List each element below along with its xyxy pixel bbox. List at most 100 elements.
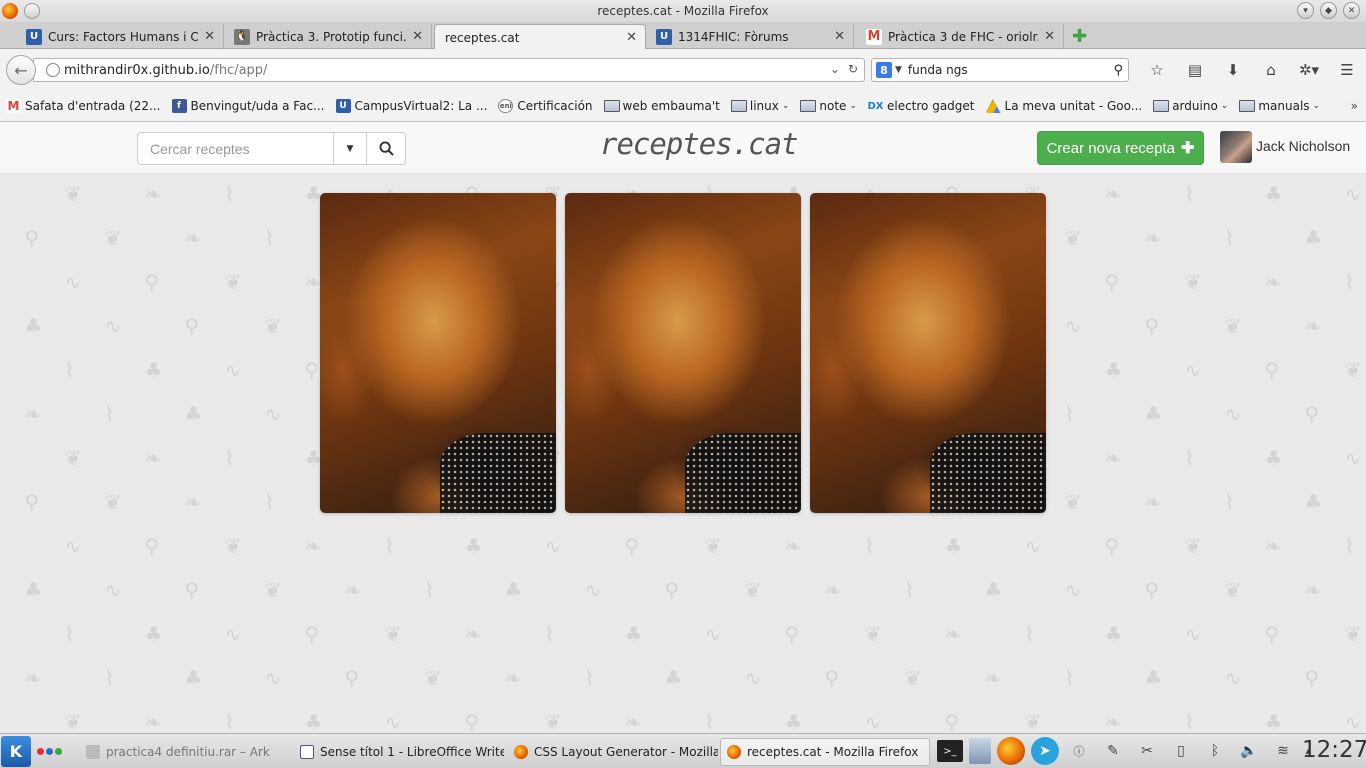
taskbar-task-writer[interactable]: Sense títol 1 - LibreOffice Writer <box>294 738 504 766</box>
search-engine-dropdown-icon[interactable]: ▼ <box>895 65 902 75</box>
addon-bug-icon[interactable]: ✲▾ <box>1290 59 1328 81</box>
web-search-bar[interactable]: 8 ▼ funda ngs ⚲ <box>871 58 1129 82</box>
tab-curs-factors[interactable]: U Curs: Factors Humans i Co... ✕ <box>18 24 224 49</box>
bookmark-star-icon[interactable]: ☆ <box>1138 59 1176 81</box>
volume-icon[interactable]: 🔈 <box>1235 737 1263 765</box>
telegram-icon[interactable]: ➤ <box>1031 737 1059 765</box>
battery-icon[interactable]: ▯ <box>1167 737 1195 765</box>
bookmark-folder[interactable]: arduino ⌄ <box>1153 99 1228 113</box>
doodle-icon: ❧ <box>784 534 802 558</box>
close-tab-icon[interactable]: ✕ <box>626 30 637 45</box>
doodle-icon: ⚲ <box>24 226 40 250</box>
tab-1314fhic-forums[interactable]: U 1314FHIC: Fòrums ✕ <box>648 24 854 49</box>
activity-switcher[interactable] <box>37 748 62 755</box>
home-icon[interactable]: ⌂ <box>1252 59 1290 81</box>
create-recipe-button[interactable]: Crear nova recepta ✚ <box>1037 131 1204 165</box>
doodle-icon: ❧ <box>1304 314 1322 338</box>
wifi-icon[interactable]: ≋ <box>1269 737 1297 765</box>
doodle-icon: ♣ <box>1264 446 1283 470</box>
user-name[interactable]: Jack Nicholson <box>1256 138 1350 154</box>
doodle-icon: ∿ <box>1344 710 1362 733</box>
doodle-icon: ⚲ <box>344 666 360 690</box>
reload-icon[interactable]: ↻ <box>848 62 858 76</box>
doodle-icon: ❦ <box>64 710 82 733</box>
tab-practica3-fhc-gmail[interactable]: M Pràctica 3 de FHC - oriolr... ✕ <box>858 24 1064 49</box>
back-button[interactable]: ← <box>6 55 36 85</box>
folder-icon <box>800 100 817 112</box>
tab-label: Curs: Factors Humans i Co... <box>48 29 199 44</box>
doodle-icon: ♣ <box>24 578 43 602</box>
close-tab-icon[interactable]: ✕ <box>204 29 215 44</box>
facebook-icon: f <box>171 99 187 113</box>
url-path: /fhc/app/ <box>209 62 268 78</box>
site-logo[interactable]: receptes.cat <box>600 127 799 161</box>
dx-icon: DX <box>867 100 884 112</box>
tab-practica3-prototip[interactable]: 🐧 Pràctica 3. Prototip funci... ✕ <box>226 24 432 49</box>
doodle-icon: ⚲ <box>1264 358 1280 382</box>
search-query[interactable]: funda ngs <box>908 63 1114 77</box>
recipe-card[interactable] <box>565 193 801 513</box>
search-button[interactable] <box>367 133 405 164</box>
bookmark-item[interactable]: DX electro gadget <box>867 99 974 113</box>
window-menu-icon[interactable] <box>24 3 40 19</box>
bookmark-folder[interactable]: web embauma't <box>603 99 720 113</box>
firefox-icon[interactable] <box>2 3 18 19</box>
recipe-search-input[interactable]: Cercar receptes <box>138 133 334 164</box>
bluetooth-icon[interactable]: ᛒ <box>1201 737 1229 765</box>
bookmarks-overflow-icon[interactable]: » <box>1351 99 1358 113</box>
terminal-icon[interactable]: >_ <box>937 740 963 762</box>
taskbar-task-css-layout[interactable]: CSS Layout Generator - Mozilla F <box>508 738 718 766</box>
doodle-icon: ❦ <box>904 666 922 690</box>
navigation-toolbar: mithrandir0x.github.io/fhc/app/ ⌄ ↻ ← 8 … <box>0 49 1366 91</box>
bookmark-item[interactable]: U CampusVirtual2: La ... <box>335 99 487 113</box>
clipboard-scissors-icon[interactable]: ✂ <box>1133 737 1161 765</box>
bookmark-folder[interactable]: manuals ⌄ <box>1239 99 1320 113</box>
bookmark-folder[interactable]: linux ⌄ <box>730 99 789 113</box>
bookmark-folder[interactable]: note ⌄ <box>800 99 857 113</box>
bookmark-item[interactable]: eni Certificación <box>498 99 593 113</box>
bookmark-item[interactable]: M Safata d'entrada (22... <box>6 99 161 113</box>
maximize-button[interactable]: ◆ <box>1320 2 1337 19</box>
taskbar-task-ark[interactable]: practica4 definitiu.rar – Ark <box>80 738 290 766</box>
doodle-icon: ∿ <box>1224 402 1242 426</box>
reading-list-clipboard-icon[interactable]: ▤ <box>1176 59 1214 81</box>
tab-receptes[interactable]: receptes.cat ✕ <box>434 24 646 50</box>
doodle-icon: ♣ <box>784 710 803 733</box>
help-icon[interactable]: ⓘ <box>1065 737 1093 765</box>
new-tab-plus-icon[interactable]: ✚ <box>1072 26 1087 47</box>
doodle-icon: ⚲ <box>944 710 960 733</box>
doodle-icon: ⌇ <box>1344 270 1355 294</box>
back-arrow-icon: ← <box>14 60 28 80</box>
bookmark-item[interactable]: La meva unitat - Goo... <box>985 99 1142 113</box>
search-icon <box>378 141 394 156</box>
close-tab-icon[interactable]: ✕ <box>834 29 845 44</box>
url-history-dropdown-icon[interactable]: ⌄ <box>830 62 840 76</box>
doodle-icon: ❦ <box>1024 710 1042 733</box>
doodle-icon: ❧ <box>1264 270 1282 294</box>
minimize-button[interactable]: ▾ <box>1297 2 1314 19</box>
site-identity-globe-icon[interactable] <box>46 63 60 77</box>
recipe-card[interactable] <box>810 193 1046 513</box>
bookmarks-toolbar: M Safata d'entrada (22... f Benvingut/uda … <box>0 91 1366 122</box>
recipe-card[interactable] <box>320 193 556 513</box>
downloads-arrow-icon[interactable]: ⬇ <box>1214 59 1252 81</box>
close-window-button[interactable]: ✕ <box>1343 2 1360 19</box>
bookmark-item[interactable]: f Benvingut/uda a Fac... <box>171 99 325 113</box>
doodle-icon: ❦ <box>704 534 722 558</box>
doodle-icon: ⚲ <box>184 578 200 602</box>
binoculars-search-icon[interactable]: ⚲ <box>1113 63 1123 78</box>
klipper-icon[interactable]: ✎ <box>1099 737 1127 765</box>
clock[interactable]: 12:27 <box>1302 737 1366 763</box>
user-avatar[interactable] <box>1220 131 1252 163</box>
folder-icon <box>1153 100 1170 112</box>
search-filter-dropdown-button[interactable]: ▼ <box>334 133 367 164</box>
hamburger-menu-icon[interactable]: ☰ <box>1328 59 1366 81</box>
taskbar-task-receptes[interactable]: receptes.cat - Mozilla Firefox <box>720 738 930 766</box>
firefox-launcher-icon[interactable] <box>997 737 1025 765</box>
close-tab-icon[interactable]: ✕ <box>1044 29 1055 44</box>
close-tab-icon[interactable]: ✕ <box>412 29 423 44</box>
kde-launcher-icon[interactable]: K <box>1 736 31 767</box>
url-bar[interactable]: mithrandir0x.github.io/fhc/app/ ⌄ ↻ <box>33 58 865 82</box>
file-manager-icon[interactable] <box>969 738 991 764</box>
google-icon[interactable]: 8 <box>876 62 892 78</box>
